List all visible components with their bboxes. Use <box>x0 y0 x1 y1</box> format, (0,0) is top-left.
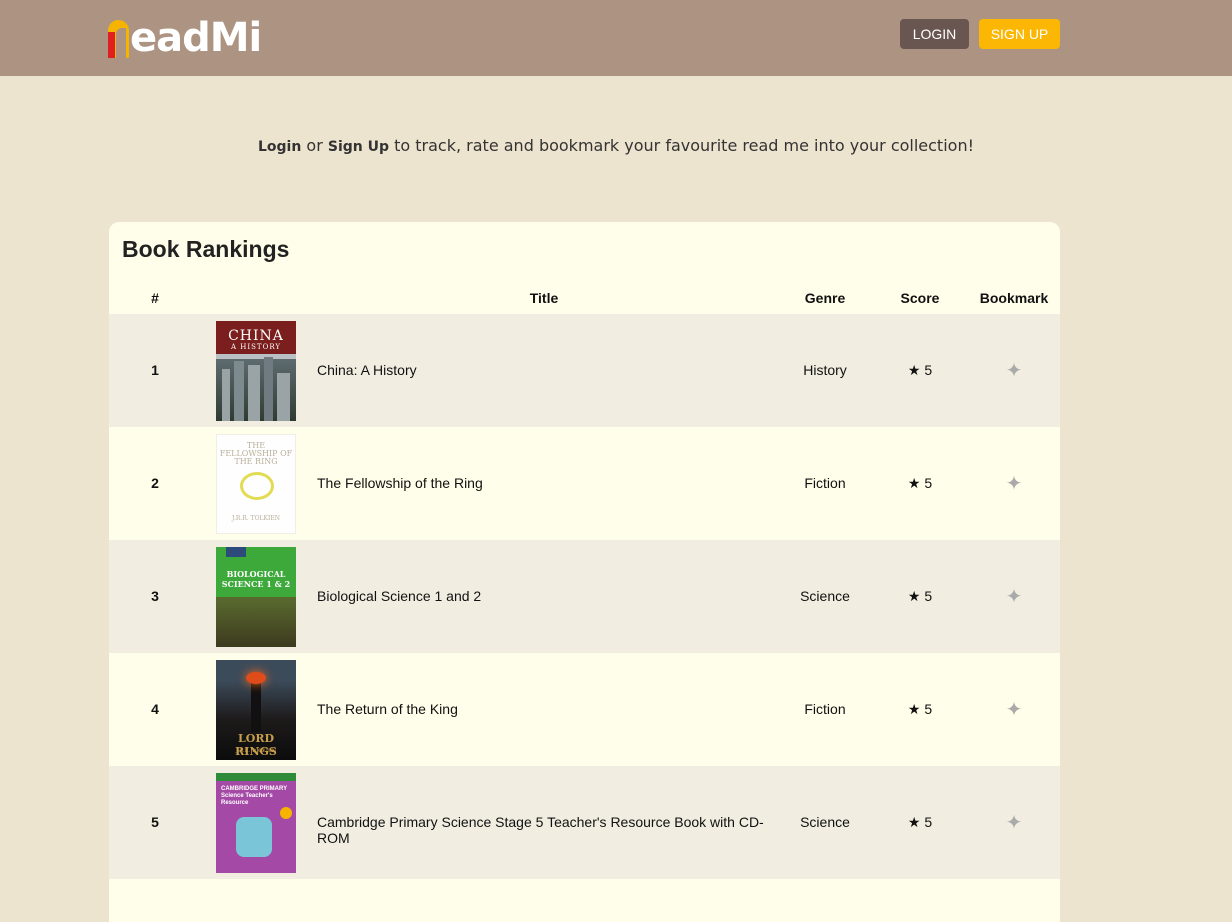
table-row: 1 CHINA A HISTORY China: A History Histo… <box>109 314 1060 427</box>
title-cell[interactable]: Cambridge Primary Science Stage 5 Teache… <box>317 814 787 846</box>
score-cell: ★ 5 <box>907 362 933 378</box>
telescope-icon <box>236 817 272 857</box>
book-cover[interactable]: LORD RINGS J.R.R. TOLKIEN <box>216 660 296 760</box>
stage-badge <box>280 807 292 819</box>
rankings-title: Book Rankings <box>122 236 290 262</box>
cover-subtitle: A HISTORY <box>230 343 282 351</box>
cover-art <box>226 547 246 557</box>
book-cover[interactable]: CAMBRIDGE PRIMARY Science Teacher's Reso… <box>216 773 296 873</box>
bookmark-icon[interactable]: ✦ <box>969 584 1059 609</box>
genre-cell: Science <box>800 588 850 604</box>
cover-art <box>264 357 273 421</box>
score-cell: ★ 5 <box>907 814 933 830</box>
rank-cell: 2 <box>151 475 159 491</box>
cover-author: J.R.R. TOLKIEN <box>232 515 280 522</box>
table-body: 1 CHINA A HISTORY China: A History Histo… <box>109 314 1060 879</box>
cover-title: CAMBRIDGE PRIMARY Science Teacher's Reso… <box>221 786 288 806</box>
column-genre: Genre <box>804 290 846 306</box>
table-row: 4 LORD RINGS J.R.R. TOLKIEN The Return o… <box>109 653 1060 766</box>
ring-icon <box>240 472 274 500</box>
genre-cell: Science <box>800 814 850 830</box>
promo-message: Login or Sign Up to track, rate and book… <box>0 136 1232 155</box>
cover-art <box>251 682 261 732</box>
bookmark-icon[interactable]: ✦ <box>969 471 1059 496</box>
table-row: 2 THE FELLOWSHIP OF THE RING J.R.R. TOLK… <box>109 427 1060 540</box>
genre-cell: Fiction <box>804 701 846 717</box>
logo-r-mark <box>108 20 129 58</box>
navbar: eadMi LOGIN SIGN UP <box>0 0 1232 76</box>
genre-cell: Fiction <box>804 475 846 491</box>
genre-cell: History <box>803 362 847 378</box>
title-cell[interactable]: The Return of the King <box>317 701 787 717</box>
score-cell: ★ 5 <box>907 701 933 717</box>
cover-art <box>248 365 260 421</box>
rank-cell: 1 <box>151 362 159 378</box>
rank-cell: 3 <box>151 588 159 604</box>
logo[interactable]: eadMi <box>108 15 262 61</box>
book-cover[interactable]: THE FELLOWSHIP OF THE RING J.R.R. TOLKIE… <box>216 434 296 534</box>
rank-cell: 4 <box>151 701 159 717</box>
bookmark-icon[interactable]: ✦ <box>969 810 1059 835</box>
cover-art <box>222 369 230 421</box>
table-row: 3 BIOLOGICAL SCIENCE 1 & 2 Biological Sc… <box>109 540 1060 653</box>
login-button[interactable]: LOGIN <box>900 19 969 49</box>
book-cover[interactable]: BIOLOGICAL SCIENCE 1 & 2 <box>216 547 296 647</box>
column-bookmark: Bookmark <box>979 290 1049 306</box>
promo-login-link[interactable]: Login <box>258 139 301 155</box>
score-cell: ★ 5 <box>907 475 933 491</box>
table-header: # Title Genre Score Bookmark <box>109 288 1060 314</box>
cover-title: BIOLOGICAL SCIENCE 1 & 2 <box>221 569 291 589</box>
bookmark-icon[interactable]: ✦ <box>969 697 1059 722</box>
title-cell[interactable]: China: A History <box>317 362 787 378</box>
cover-art <box>246 672 266 684</box>
cover-art <box>216 773 296 781</box>
promo-signup-link[interactable]: Sign Up <box>328 139 389 155</box>
rank-cell: 5 <box>151 814 159 830</box>
bookmark-icon[interactable]: ✦ <box>969 358 1059 383</box>
signup-button[interactable]: SIGN UP <box>979 19 1060 49</box>
promo-or: or <box>306 136 323 155</box>
column-score: Score <box>900 290 940 306</box>
score-cell: ★ 5 <box>907 588 933 604</box>
promo-text: to track, rate and bookmark your favouri… <box>394 136 974 155</box>
column-rank: # <box>151 290 159 306</box>
cover-art <box>277 373 290 421</box>
column-title: Title <box>529 290 559 306</box>
rankings-card: Book Rankings # Title Genre Score Bookma… <box>109 222 1060 922</box>
table-row: 5 CAMBRIDGE PRIMARY Science Teacher's Re… <box>109 766 1060 879</box>
cover-title: CHINA <box>228 328 284 344</box>
cover-author: J.R.R. TOLKIEN <box>236 748 276 754</box>
cover-title: LORD RINGS <box>235 732 277 758</box>
title-cell[interactable]: The Fellowship of the Ring <box>317 475 787 491</box>
cover-art <box>234 361 244 421</box>
book-cover[interactable]: CHINA A HISTORY <box>216 321 296 421</box>
logo-text: eadMi <box>130 15 262 61</box>
cover-title: THE FELLOWSHIP OF THE RING <box>219 441 293 466</box>
title-cell[interactable]: Biological Science 1 and 2 <box>317 588 787 604</box>
